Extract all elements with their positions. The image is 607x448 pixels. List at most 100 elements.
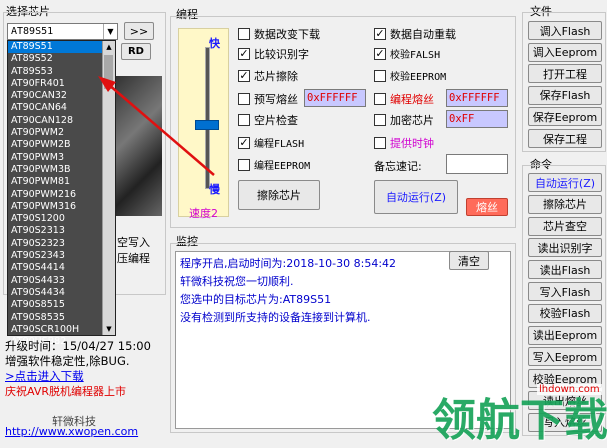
- chip-list-item[interactable]: AT90FR401: [8, 78, 103, 90]
- opt-chip-erase[interactable]: ✓ 芯片擦除: [238, 68, 298, 84]
- command-button-4[interactable]: 读出Flash: [528, 260, 602, 280]
- chip-list-item[interactable]: AT90PWM3B: [8, 164, 103, 176]
- opt-verify-flash[interactable]: ✓ 校验FALSH: [374, 46, 440, 61]
- list-scrollbar[interactable]: ▲ ▼: [102, 41, 115, 335]
- chip-dropdown-list[interactable]: AT89S51 AT89S52 AT89S53 AT90FR401 AT90CAN32 A…: [7, 40, 116, 347]
- memo-input[interactable]: [446, 154, 508, 174]
- file-button-1[interactable]: 调入Eeprom: [528, 42, 602, 62]
- encrypt-field[interactable]: 0xFF: [446, 110, 508, 128]
- checkbox-icon[interactable]: ✓: [374, 47, 386, 60]
- command-button-6[interactable]: 校验Flash: [528, 303, 602, 323]
- chip-list-item[interactable]: AT90S2313: [8, 225, 103, 237]
- brand-url[interactable]: http://www.xwopen.com: [5, 425, 138, 438]
- chip-list-item[interactable]: AT89S51: [8, 41, 103, 54]
- opt-prog-eeprom[interactable]: 编程EEPROM: [238, 157, 310, 172]
- update-line: 升级时间：15/04/27 15:00: [5, 339, 151, 353]
- checkbox-icon[interactable]: [238, 158, 250, 171]
- chevron-down-icon[interactable]: ▼: [103, 24, 117, 39]
- log-line: 程序开启,启动时间为:2018-10-30 8:54:42: [180, 257, 397, 270]
- erase-chip-button[interactable]: 擦除芯片: [238, 180, 320, 210]
- opt-auto-reload[interactable]: ✓ 数据自动重载: [374, 26, 456, 42]
- command-button-3[interactable]: 读出识别字: [528, 238, 602, 258]
- checkbox-icon[interactable]: [374, 93, 386, 105]
- auto-run-button[interactable]: 自动运行(Z): [374, 180, 458, 214]
- checkbox-icon[interactable]: [238, 93, 250, 105]
- file-button-2[interactable]: 打开工程: [528, 64, 602, 84]
- chip-list-item[interactable]: AT90PWM216: [8, 189, 103, 201]
- chip-list-item[interactable]: AT90PWM81: [8, 176, 103, 188]
- checkbox-icon[interactable]: ✓: [238, 48, 250, 60]
- checkbox-icon[interactable]: [374, 137, 386, 149]
- opt-blank-check[interactable]: 空片检查: [238, 112, 298, 128]
- scroll-down-icon[interactable]: ▼: [103, 323, 115, 335]
- opt-prog-flash[interactable]: ✓ 编程FLASH: [238, 135, 304, 150]
- log-line: 您选中的目标芯片为:AT89S51: [180, 293, 332, 306]
- chip-list-item[interactable]: AT90S4433: [8, 275, 103, 287]
- opt-compare-id[interactable]: ✓ 比较识别字: [238, 46, 309, 62]
- promo-image: [116, 76, 162, 216]
- file-button-4[interactable]: 保存Eeprom: [528, 107, 602, 127]
- chip-list-item[interactable]: AT90S1200: [8, 213, 103, 225]
- prog-fuse-field[interactable]: 0xFFFFFF: [304, 89, 366, 107]
- file-button-0[interactable]: 调入Flash: [528, 21, 602, 40]
- log-line: 没有检测到所支持的设备连接到计算机.: [180, 311, 371, 324]
- command-button-7[interactable]: 读出Eeprom: [528, 325, 602, 345]
- chip-list-item[interactable]: AT90S4434: [8, 287, 103, 299]
- checkbox-icon[interactable]: ✓: [238, 70, 250, 82]
- promo-behind-2: 压编程: [117, 252, 150, 265]
- checkbox-icon[interactable]: ✓: [238, 136, 250, 149]
- chip-list-item[interactable]: AT90CAN32: [8, 90, 103, 102]
- chip-select-value: AT89S51: [11, 26, 54, 37]
- chip-list-item[interactable]: AT90PWM2B: [8, 139, 103, 151]
- opt-edit-fuse[interactable]: 编程熔丝: [374, 91, 434, 107]
- command-button-1[interactable]: 擦除芯片: [528, 194, 602, 214]
- scroll-up-icon[interactable]: ▲: [103, 41, 115, 53]
- watermark-big: 领航下载: [432, 395, 607, 446]
- opt-encrypt-chip[interactable]: 加密芯片: [374, 112, 434, 128]
- chip-list-item[interactable]: AT90PWM316: [8, 201, 103, 213]
- edit-fuse-field[interactable]: 0xFFFFFF: [446, 89, 508, 107]
- checkbox-icon[interactable]: [374, 114, 386, 126]
- command-button-2[interactable]: 芯片查空: [528, 216, 602, 236]
- chip-list-item[interactable]: AT89S53: [8, 66, 103, 78]
- checkbox-icon[interactable]: [238, 28, 250, 40]
- memo-label: 备忘速记:: [374, 160, 422, 173]
- chip-select[interactable]: AT89S51 ▼: [7, 23, 118, 40]
- log-line: 轩微科技祝您一切顺利.: [180, 275, 294, 288]
- opt-prog-fuse[interactable]: 预写熔丝: [238, 91, 298, 107]
- clear-button[interactable]: 清空: [449, 251, 489, 270]
- speed-value-label: 速度2: [189, 207, 218, 220]
- promo-line[interactable]: 庆祝AVR脱机编程器上市: [5, 383, 126, 399]
- chip-list-item[interactable]: AT90S8515: [8, 299, 103, 311]
- chip-list-item[interactable]: AT89S52: [8, 53, 103, 65]
- chip-list-item[interactable]: AT90S8535: [8, 312, 103, 324]
- chip-list-item[interactable]: AT90PWM3: [8, 152, 103, 164]
- slider-track[interactable]: [205, 47, 210, 189]
- chip-list-item[interactable]: AT90PWM2: [8, 127, 103, 139]
- command-button-8[interactable]: 写入Eeprom: [528, 347, 602, 367]
- opt-provide-clock[interactable]: 提供时钟: [374, 135, 434, 151]
- command-button-5[interactable]: 写入Flash: [528, 282, 602, 301]
- chip-list-item[interactable]: AT90S2343: [8, 250, 103, 262]
- chip-list-item[interactable]: AT90S2323: [8, 238, 103, 250]
- promo-behind-1: 空写入: [117, 236, 150, 249]
- chip-list-item[interactable]: AT90CAN64: [8, 102, 103, 114]
- file-button-5[interactable]: 保存工程: [528, 129, 602, 148]
- opt-modify-download[interactable]: 数据改变下载: [238, 26, 320, 42]
- chip-list-item[interactable]: AT90CAN128: [8, 115, 103, 127]
- download-link[interactable]: >点击进入下载: [5, 368, 84, 384]
- chip-list-item[interactable]: AT90S4414: [8, 262, 103, 274]
- expand-chip-button[interactable]: >>: [124, 22, 154, 40]
- checkbox-icon[interactable]: ✓: [374, 28, 386, 40]
- fuse-button[interactable]: 熔丝: [466, 198, 508, 216]
- chip-list-item[interactable]: AT90SCR100H: [8, 324, 103, 336]
- rd-button[interactable]: RD: [121, 43, 151, 60]
- checkbox-icon[interactable]: [238, 114, 250, 126]
- command-button-0[interactable]: 自动运行(Z): [528, 173, 602, 192]
- slider-thumb[interactable]: [195, 120, 219, 130]
- checkbox-icon[interactable]: [374, 69, 386, 82]
- file-button-3[interactable]: 保存Flash: [528, 85, 602, 105]
- speed-slider[interactable]: 快 慢 速度2: [178, 28, 229, 220]
- scroll-thumb[interactable]: [104, 55, 113, 89]
- opt-verify-eeprom[interactable]: 校验EEPROM: [374, 68, 446, 83]
